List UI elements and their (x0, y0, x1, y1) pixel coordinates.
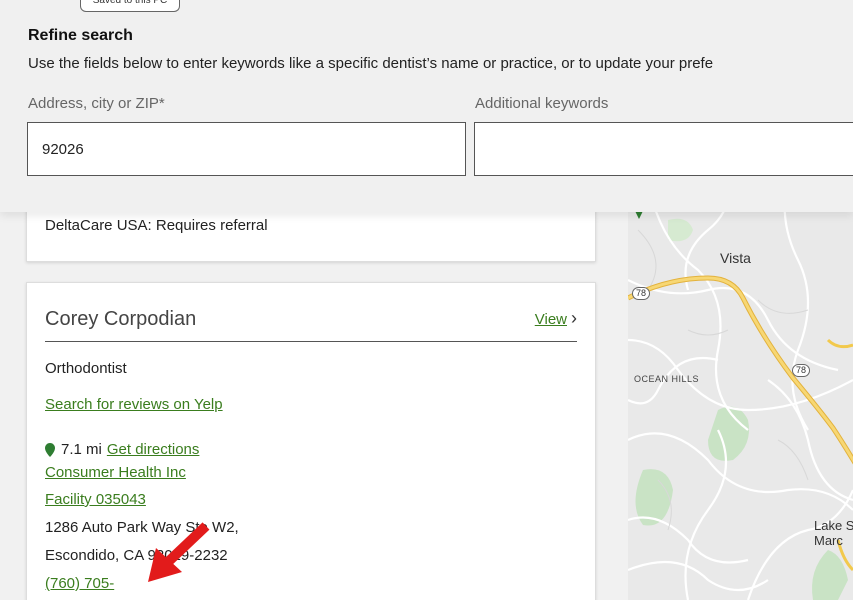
provider-name: Corey Corpodian (45, 308, 197, 330)
card-divider (45, 341, 577, 342)
map-label-vista: Vista (720, 250, 751, 266)
map-label-lake-san-marcos: Lake S Marc (814, 518, 853, 548)
red-arrow-icon (148, 522, 210, 582)
address-input[interactable]: 92026 (27, 122, 466, 176)
keywords-input[interactable] (474, 122, 853, 176)
get-directions-link[interactable]: Get directions (107, 441, 200, 458)
provider-specialty: Orthodontist (45, 360, 127, 377)
provider-card: Corey Corpodian View › Orthodontist Searc… (26, 282, 596, 600)
route-78-shield: 78 (632, 287, 651, 300)
location-marker-icon (45, 442, 55, 457)
view-link-label[interactable]: View (535, 311, 567, 328)
distance-text: 7.1 mi (61, 441, 102, 458)
organization-link[interactable]: Consumer Health Inc (45, 464, 186, 481)
page: Vista OCEAN HILLS Lake S Marc 78 78 2 De… (0, 0, 853, 600)
map-label-ocean-hills: OCEAN HILLS (634, 374, 700, 384)
refine-search-description: Use the fields below to enter keywords l… (28, 55, 714, 72)
refine-search-title: Refine search (28, 27, 133, 44)
map[interactable]: Vista OCEAN HILLS Lake S Marc 78 78 2 (628, 180, 853, 600)
yelp-reviews-link[interactable]: Search for reviews on Yelp (45, 396, 223, 413)
distance-row: 7.1 mi Get directions (45, 441, 199, 458)
referral-text: DeltaCare USA: Requires referral (45, 217, 268, 234)
phone-link[interactable]: (760) 705- (45, 575, 114, 592)
address-label: Address, city or ZIP* (28, 95, 165, 112)
keywords-label: Additional keywords (475, 95, 609, 112)
refine-search-panel: Saved to this PC Refine search Use the f… (0, 0, 853, 212)
saved-tab[interactable]: Saved to this PC (80, 0, 180, 12)
view-link[interactable]: View › (535, 308, 577, 329)
facility-link[interactable]: Facility 035043 (45, 491, 146, 508)
route-78-shield-2: 78 (792, 364, 811, 377)
chevron-right-icon[interactable]: › (571, 308, 577, 328)
